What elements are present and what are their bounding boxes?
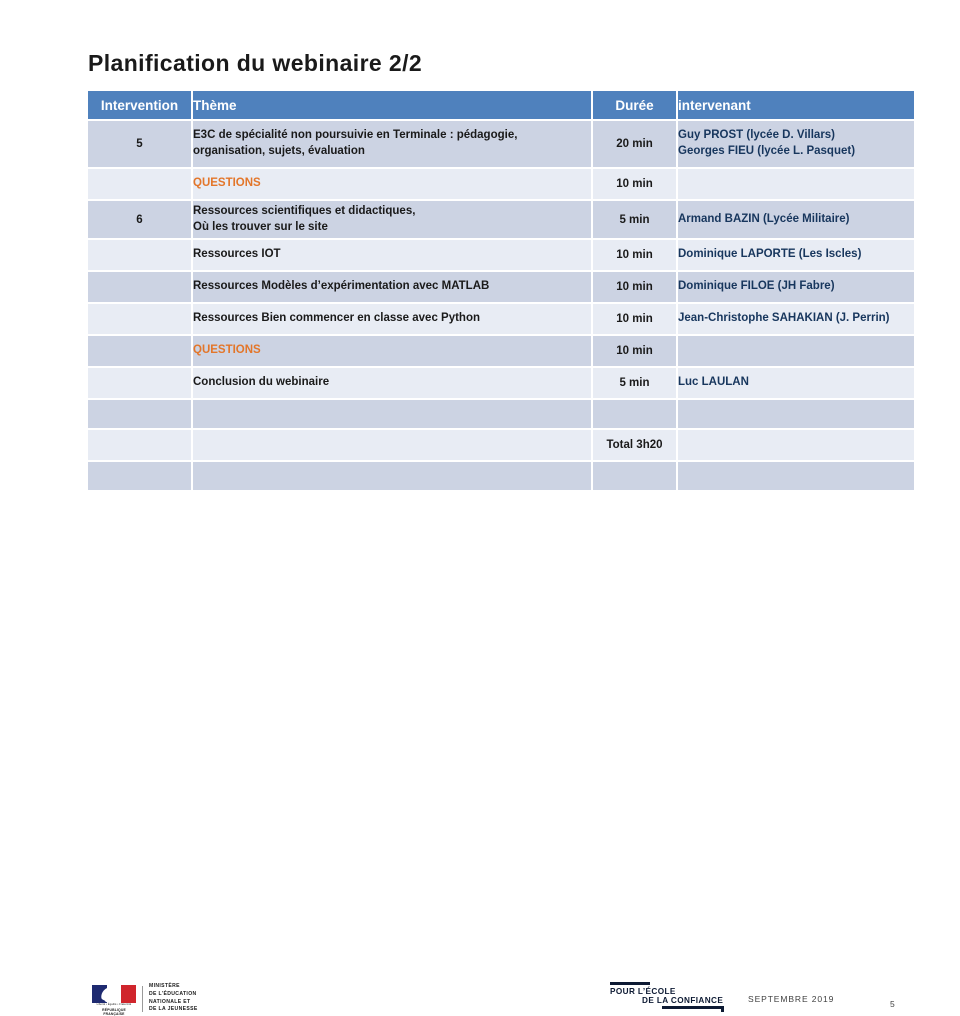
cell-intervenant bbox=[676, 428, 916, 462]
cell-intervenant: Dominique LAPORTE (Les Iscles) bbox=[676, 238, 916, 272]
ministry-logo: Liberté • Égalité • Fraternité RÉPUBLIQU… bbox=[88, 982, 216, 1016]
column-header-duree: Durée bbox=[591, 89, 678, 121]
column-header-intervention: Intervention bbox=[86, 89, 193, 121]
cell-theme: QUESTIONS bbox=[191, 167, 593, 201]
theme-line-1: Ressources Modèles d’expérimentation ave… bbox=[193, 280, 490, 293]
ministry-line-4: DE LA JEUNESSE bbox=[149, 1006, 198, 1013]
theme-line-1: QUESTIONS bbox=[193, 177, 261, 190]
cell-intervenant bbox=[676, 334, 916, 368]
cell-theme bbox=[191, 428, 593, 462]
table-row: QUESTIONS 10 min bbox=[86, 167, 916, 201]
theme-line-1: E3C de spécialité non poursuivie en Term… bbox=[193, 129, 518, 142]
ministry-line-1: MINISTÈRE bbox=[149, 983, 180, 990]
cell-duree: 10 min bbox=[591, 238, 678, 272]
cell-intervention bbox=[86, 428, 193, 462]
table-row: 5 E3C de spécialité non poursuivie en Ter… bbox=[86, 119, 916, 169]
cell-theme: Ressources Bien commencer en classe avec… bbox=[191, 302, 593, 336]
confiance-line-1: POUR L’ÉCOLE bbox=[610, 987, 676, 996]
cell-intervention bbox=[86, 238, 193, 272]
page-number: 5 bbox=[890, 999, 895, 1009]
logo-divider bbox=[142, 985, 143, 1012]
cell-duree: 10 min bbox=[591, 302, 678, 336]
confiance-top-bar-icon bbox=[610, 982, 650, 985]
table-header-row: Intervention Thème Durée intervenant bbox=[86, 89, 916, 121]
speaker-line-1: Dominique LAPORTE (Les Iscles) bbox=[678, 248, 862, 261]
cell-intervention bbox=[86, 302, 193, 336]
cell-theme: QUESTIONS bbox=[191, 334, 593, 368]
schedule-table: Intervention Thème Durée intervenant 5 E3… bbox=[86, 89, 916, 492]
theme-line-1: Ressources Bien commencer en classe avec… bbox=[193, 312, 481, 325]
cell-theme: Ressources scientifiques et didactiques,… bbox=[191, 199, 593, 240]
table-row: 6 Ressources scientifiques et didactiques… bbox=[86, 199, 916, 240]
cell-duree: 10 min bbox=[591, 167, 678, 201]
speaker-line-1: Jean-Christophe SAHAKIAN (J. Perrin) bbox=[678, 312, 890, 325]
cell-intervention: 6 bbox=[86, 199, 193, 240]
page-title: Planification du webinaire 2/2 bbox=[88, 50, 423, 76]
theme-line-2: organisation, sujets, évaluation bbox=[193, 145, 365, 157]
cell-intervenant: Luc LAULAN bbox=[676, 366, 916, 400]
speaker-line-1: Guy PROST (lycée D. Villars) bbox=[678, 129, 836, 142]
speaker-line-1: Dominique FILOE (JH Fabre) bbox=[678, 280, 835, 293]
cell-theme: E3C de spécialité non poursuivie en Term… bbox=[191, 119, 593, 169]
theme-line-2: Où les trouver sur le site bbox=[193, 220, 328, 233]
cell-intervention bbox=[86, 366, 193, 400]
republic-name: RÉPUBLIQUE FRANÇAISE bbox=[102, 1007, 126, 1016]
cell-intervention: 5 bbox=[86, 119, 193, 169]
cell-intervention bbox=[86, 270, 193, 304]
cell-intervenant: Guy PROST (lycée D. Villars) Georges FIEU… bbox=[676, 119, 916, 169]
confiance-logo: POUR L’ÉCOLE DE LA CONFIANCE bbox=[610, 982, 728, 1012]
speaker-line-2: Georges FIEU (lycée L. Pasquet) bbox=[678, 145, 856, 157]
cell-duree: 10 min bbox=[591, 334, 678, 368]
table-header: Intervention Thème Durée intervenant bbox=[86, 89, 916, 121]
cell-duree: 20 min bbox=[591, 119, 678, 169]
cell-theme: Ressources Modèles d’expérimentation ave… bbox=[191, 270, 593, 304]
cell-duree bbox=[591, 398, 678, 430]
cell-duree: Total 3h20 bbox=[591, 428, 678, 462]
cell-intervenant: Jean-Christophe SAHAKIAN (J. Perrin) bbox=[676, 302, 916, 336]
ministry-line-3: NATIONALE ET bbox=[149, 998, 191, 1005]
cell-theme: Conclusion du webinaire bbox=[191, 366, 593, 400]
confiance-line-2: DE LA CONFIANCE bbox=[642, 996, 724, 1005]
cell-intervention bbox=[86, 334, 193, 368]
cell-duree: 5 min bbox=[591, 366, 678, 400]
cell-theme bbox=[191, 398, 593, 430]
table-row: QUESTIONS 10 min bbox=[86, 334, 916, 368]
cell-intervenant: Armand BAZIN (Lycée Militaire) bbox=[676, 199, 916, 240]
table-row: Total 3h20 bbox=[86, 428, 916, 462]
slide-footer: Liberté • Égalité • Fraternité RÉPUBLIQU… bbox=[0, 486, 960, 1016]
theme-line-1: Ressources IOT bbox=[193, 248, 281, 261]
speaker-line-1: Luc LAULAN bbox=[678, 376, 749, 389]
cell-theme: Ressources IOT bbox=[191, 238, 593, 272]
french-republic-flag-icon: Liberté • Égalité • Fraternité RÉPUBLIQU… bbox=[88, 984, 140, 1016]
cell-intervenant bbox=[676, 398, 916, 430]
column-header-intervenant: intervenant bbox=[676, 89, 916, 121]
table-row: Ressources Modèles d’expérimentation ave… bbox=[86, 270, 916, 304]
cell-intervenant: Dominique FILOE (JH Fabre) bbox=[676, 270, 916, 304]
ministry-name: MINISTÈRE DE L’ÉDUCATION NATIONALE ET DE… bbox=[149, 983, 198, 1013]
ministry-line-2: DE L’ÉDUCATION bbox=[149, 990, 197, 997]
theme-line-1: Conclusion du webinaire bbox=[193, 376, 330, 389]
republic-motto: Liberté • Égalité • Fraternité bbox=[96, 1002, 132, 1006]
table-row: Conclusion du webinaire 5 min Luc LAULAN bbox=[86, 366, 916, 400]
theme-line-1: Ressources scientifiques et didactiques, bbox=[193, 204, 416, 217]
cell-intervention bbox=[86, 167, 193, 201]
theme-line-1: QUESTIONS bbox=[193, 344, 261, 357]
confiance-bar-tick-icon bbox=[721, 1006, 724, 1012]
speaker-line-1: Armand BAZIN (Lycée Militaire) bbox=[678, 212, 850, 225]
footer-date: SEPTEMBRE 2019 bbox=[748, 994, 835, 1004]
cell-intervention bbox=[86, 398, 193, 430]
table-row bbox=[86, 398, 916, 430]
table-body: 5 E3C de spécialité non poursuivie en Ter… bbox=[86, 119, 916, 492]
cell-intervenant bbox=[676, 167, 916, 201]
cell-duree: 5 min bbox=[591, 199, 678, 240]
table-row: Ressources IOT 10 min Dominique LAPORTE (L… bbox=[86, 238, 916, 272]
confiance-bottom-bar-icon bbox=[662, 1006, 724, 1009]
cell-duree: 10 min bbox=[591, 270, 678, 304]
table-row: Ressources Bien commencer en classe avec… bbox=[86, 302, 916, 336]
column-header-theme: Thème bbox=[191, 89, 593, 121]
